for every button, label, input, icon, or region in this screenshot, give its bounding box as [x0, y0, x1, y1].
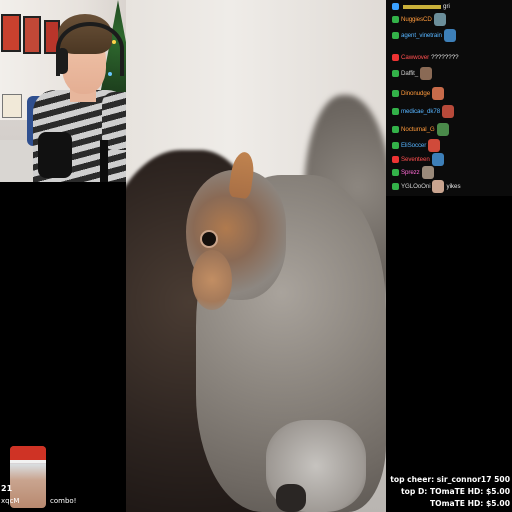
microphone [38, 132, 72, 178]
webcam-feed [0, 0, 137, 182]
chat-username[interactable]: Nocturnal_G [401, 126, 435, 133]
chat-text: ???????? [431, 54, 459, 61]
emote-icon [432, 87, 445, 100]
chat-message: medicae_dk78 [392, 105, 455, 118]
chat-username[interactable]: Cawwover [401, 54, 429, 61]
chat-message: Sprezz [392, 166, 434, 179]
badge-icon [392, 90, 399, 97]
badge-icon [392, 169, 399, 176]
emote-icon [433, 13, 446, 26]
chat-username[interactable]: Sprezz [401, 169, 420, 176]
badge-icon [392, 54, 399, 61]
chat-username[interactable]: medicae_dk78 [401, 108, 440, 115]
badge-icon [392, 126, 399, 133]
badge-icon [392, 156, 399, 163]
top-supporters: top cheer: sir_connor17 500 top D: TOmaT… [390, 474, 510, 510]
badge-icon [392, 3, 399, 10]
emote-icon [442, 105, 455, 118]
chat-message: NuggiesCD [392, 13, 446, 26]
squirrel-cheek [192, 250, 232, 310]
chat-message: YGLOoOni yikes [392, 180, 461, 193]
main-video [126, 0, 386, 512]
badge-icon [392, 32, 399, 39]
microphone-arm [100, 140, 108, 182]
chat-username[interactable]: Dinonudge [401, 90, 430, 97]
chat-username[interactable]: Daffit_ [401, 70, 418, 77]
wall-board [2, 94, 22, 118]
badge-icon [392, 70, 399, 77]
top-donation-alltime: TOmaTE HD: $5.00 [429, 499, 510, 508]
wall-picture [1, 14, 21, 52]
chat-text: gri [443, 3, 450, 10]
chat-username[interactable]: agent_vinetrain [401, 32, 442, 39]
chat-username[interactable]: Seventeen [401, 156, 430, 163]
santa-hat [10, 446, 46, 463]
chat-username[interactable]: NuggiesCD [401, 16, 432, 23]
chat-username[interactable]: EliSoccer [401, 142, 426, 149]
chat-emote-strip [403, 4, 441, 9]
emote-icon [443, 29, 456, 42]
chat-message: Dinonudge [392, 87, 445, 100]
emote-icon [432, 180, 445, 193]
top-donation: top D: TOmaTE HD: $5.00 [401, 487, 510, 496]
headset-earcup [56, 48, 68, 74]
chat-message: agent_vinetrain [392, 29, 456, 42]
alert-combo-label: combo! [50, 497, 77, 505]
emote-icon [420, 67, 433, 80]
chat-username[interactable]: YGLOoOni [401, 183, 431, 190]
chat-message: EliSoccer [392, 139, 441, 152]
chat-message: gri [392, 1, 450, 12]
chat-message: Seventeen [392, 153, 444, 166]
emote-icon [436, 123, 449, 136]
chat-text: yikes [446, 183, 461, 190]
chat-message: Daffit_ [392, 67, 433, 80]
chat-message: Nocturnal_G [392, 123, 449, 136]
top-cheer: top cheer: sir_connor17 500 [390, 475, 510, 484]
wall-picture [23, 16, 41, 54]
emote-icon [431, 153, 444, 166]
alert-count: 21 [1, 484, 13, 493]
squirrel-eye [202, 232, 216, 246]
badge-icon [392, 142, 399, 149]
stream-layout: gri NuggiesCD agent_vinetrain Cawwover ?… [0, 0, 512, 512]
squirrel-paw [276, 484, 306, 512]
emote-icon [421, 166, 434, 179]
chat-panel: gri NuggiesCD agent_vinetrain Cawwover ?… [386, 0, 512, 196]
chat-message: Cawwover ???????? [392, 52, 459, 63]
emote-icon [428, 139, 441, 152]
badge-icon [392, 16, 399, 23]
alert-username: xqcM [1, 497, 20, 505]
badge-icon [392, 183, 399, 190]
badge-icon [392, 108, 399, 115]
